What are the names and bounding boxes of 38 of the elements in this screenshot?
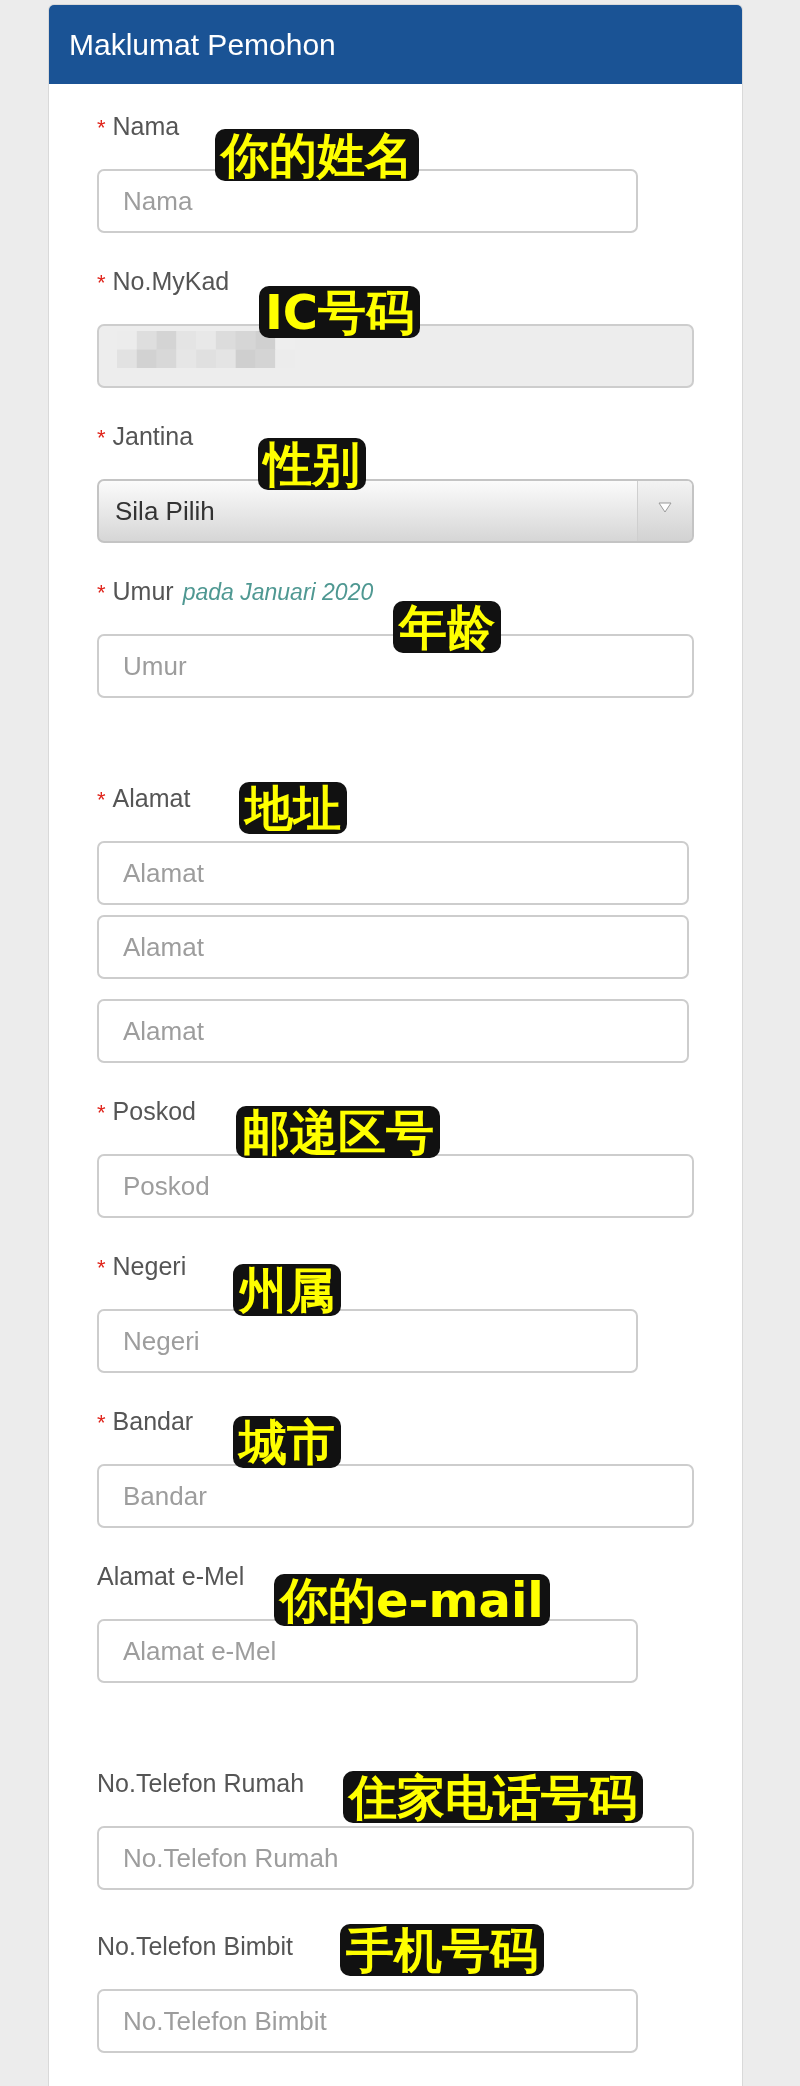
required-mark: * [97, 1254, 106, 1282]
field-label: Negeri [112, 1251, 187, 1282]
field-label: Alamat [112, 783, 191, 814]
required-mark: * [97, 579, 106, 607]
annotation-text: 地址 [239, 782, 347, 834]
field-label: Alamat e-Mel [97, 1561, 245, 1592]
required-mark: * [97, 786, 106, 814]
annotation-text: 年龄 [393, 601, 501, 653]
annotation-text: 你的姓名 [215, 129, 419, 181]
annotation-text: 住家电话号码 [343, 1771, 643, 1823]
required-mark: * [97, 424, 106, 452]
field-label: Poskod [112, 1096, 196, 1127]
annotation-text: IC号码 [259, 286, 421, 338]
field-label: Umur [112, 576, 174, 607]
field-hint: pada Januari 2020 [182, 578, 374, 607]
caret-icon [658, 501, 672, 513]
text-input[interactable]: No.Telefon Bimbit [97, 1989, 638, 2053]
annotation-text: 城市 [233, 1416, 341, 1468]
annotation-text: 你的e-mail [274, 1574, 550, 1626]
field-label: No.MyKad [112, 266, 230, 297]
text-input[interactable]: No.Telefon Rumah [97, 1826, 694, 1890]
annotation-text: 州属 [233, 1264, 341, 1316]
text-input[interactable]: Alamat [97, 841, 689, 905]
field-label: Nama [112, 111, 180, 142]
annotation-text: 性别 [258, 438, 366, 490]
field-label: Bandar [112, 1406, 194, 1437]
required-mark: * [97, 114, 106, 142]
required-mark: * [97, 1409, 106, 1437]
text-input[interactable]: Alamat [97, 915, 689, 979]
field-label: Jantina [112, 421, 194, 452]
panel-title: Maklumat Pemohon [69, 27, 336, 62]
required-mark: * [97, 1099, 106, 1127]
text-input[interactable]: Alamat [97, 999, 689, 1063]
annotation-text: 手机号码 [340, 1924, 544, 1976]
annotation-text: 邮递区号 [236, 1106, 440, 1158]
required-mark: * [97, 269, 106, 297]
field-label: No.Telefon Rumah [97, 1768, 305, 1799]
field-label: No.Telefon Bimbit [97, 1931, 293, 1962]
